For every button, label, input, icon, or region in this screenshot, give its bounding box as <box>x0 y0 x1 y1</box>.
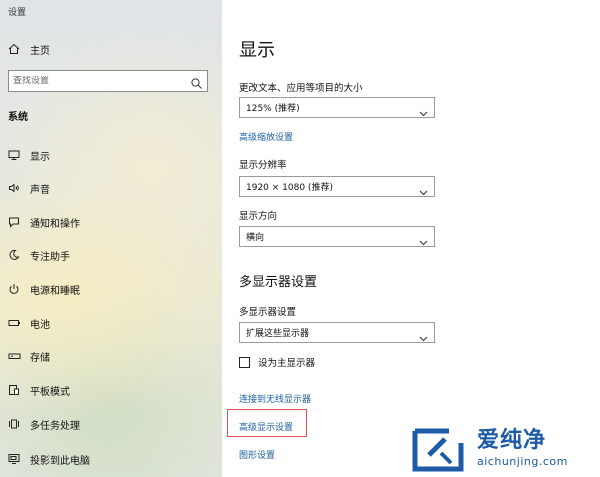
resolution-label: 显示分辨率 <box>239 160 287 171</box>
multi-display-label: 多显示器设置 <box>239 307 297 318</box>
sidebar-item-battery[interactable]: 电池 <box>0 311 222 335</box>
tablet-mode-icon <box>6 382 22 398</box>
moon-icon <box>6 247 22 263</box>
multi-display-heading: 多显示器设置 <box>239 275 318 290</box>
sidebar-item-notifications[interactable]: 通知和操作 <box>0 210 222 234</box>
scale-dropdown[interactable]: 125% (推荐) <box>239 97 435 118</box>
scale-label: 更改文本、应用等项目的大小 <box>239 83 363 94</box>
sidebar-item-focus-assist[interactable]: 专注助手 <box>0 243 222 267</box>
speaker-icon <box>6 180 22 196</box>
settings-sidebar: 设置 主页 系统 显示 声音 通知和操作 专注助手 <box>0 0 222 477</box>
chevron-down-icon <box>419 232 428 246</box>
sidebar-item-storage[interactable]: 存储 <box>0 344 222 368</box>
orientation-dropdown[interactable]: 横向 <box>239 226 435 247</box>
battery-icon <box>6 315 22 331</box>
home-icon <box>8 40 20 59</box>
resolution-dropdown[interactable]: 1920 × 1080 (推荐) <box>239 176 435 197</box>
display-settings-page: 显示 更改文本、应用等项目的大小 125% (推荐) 高级缩放设置 显示分辨率 … <box>222 0 600 477</box>
resolution-value: 1920 × 1080 (推荐) <box>246 183 333 193</box>
multitasking-icon <box>6 416 22 432</box>
chevron-down-icon <box>419 328 428 342</box>
sidebar-item-label: 专注助手 <box>30 251 70 263</box>
home-label: 主页 <box>30 45 50 57</box>
power-icon <box>6 281 22 297</box>
sidebar-item-label: 电池 <box>30 319 50 331</box>
search-input[interactable] <box>9 76 192 86</box>
sidebar-item-label: 显示 <box>30 151 50 163</box>
advanced-scaling-link[interactable]: 高级缩放设置 <box>239 130 293 143</box>
multi-display-dropdown[interactable]: 扩展这些显示器 <box>239 322 435 343</box>
sidebar-item-label: 多任务处理 <box>30 420 80 432</box>
sidebar-item-power-sleep[interactable]: 电源和睡眠 <box>0 277 222 301</box>
watermark-url: aichunjing.com <box>477 455 568 468</box>
highlight-box <box>227 409 307 437</box>
sidebar-item-label: 通知和操作 <box>30 218 80 230</box>
chevron-down-icon <box>419 182 428 196</box>
window-title: 设置 <box>8 8 27 18</box>
sidebar-item-label: 投影到此电脑 <box>30 455 90 467</box>
wireless-display-link[interactable]: 连接到无线显示器 <box>239 392 311 405</box>
sidebar-item-sound[interactable]: 声音 <box>0 176 222 200</box>
orientation-value: 横向 <box>246 233 265 243</box>
sidebar-item-display[interactable]: 显示 <box>0 143 222 167</box>
sidebar-item-tablet-mode[interactable]: 平板模式 <box>0 378 222 402</box>
search-icon[interactable] <box>190 75 203 89</box>
system-group-header: 系统 <box>8 112 28 123</box>
scale-value: 125% (推荐) <box>246 104 300 114</box>
chevron-down-icon <box>419 103 428 117</box>
main-display-checkbox[interactable] <box>239 356 250 368</box>
sidebar-item-label: 平板模式 <box>30 386 70 398</box>
multi-display-value: 扩展这些显示器 <box>246 329 310 339</box>
sidebar-item-label: 声音 <box>30 184 50 196</box>
watermark-brand: 爱纯净 <box>477 428 547 453</box>
graphics-settings-link[interactable]: 图形设置 <box>239 448 275 461</box>
monitor-icon <box>6 147 22 163</box>
search-box[interactable] <box>8 70 208 92</box>
page-title: 显示 <box>239 40 275 61</box>
sidebar-item-multitasking[interactable]: 多任务处理 <box>0 412 222 436</box>
sidebar-item-label: 存储 <box>30 352 50 364</box>
watermark-logo-icon <box>411 423 467 473</box>
main-display-checkbox-label: 设为主显示器 <box>258 358 316 369</box>
storage-icon <box>6 348 22 364</box>
sidebar-item-label: 电源和睡眠 <box>30 285 80 297</box>
projecting-icon <box>6 451 22 467</box>
main-display-checkbox-row[interactable]: 设为主显示器 <box>239 355 315 369</box>
home-nav-item[interactable]: 主页 <box>8 41 208 57</box>
notification-icon <box>6 214 22 230</box>
sidebar-item-projecting[interactable]: 投影到此电脑 <box>0 447 222 471</box>
watermark: 爱纯净 aichunjing.com <box>411 423 599 477</box>
orientation-label: 显示方向 <box>239 211 278 222</box>
